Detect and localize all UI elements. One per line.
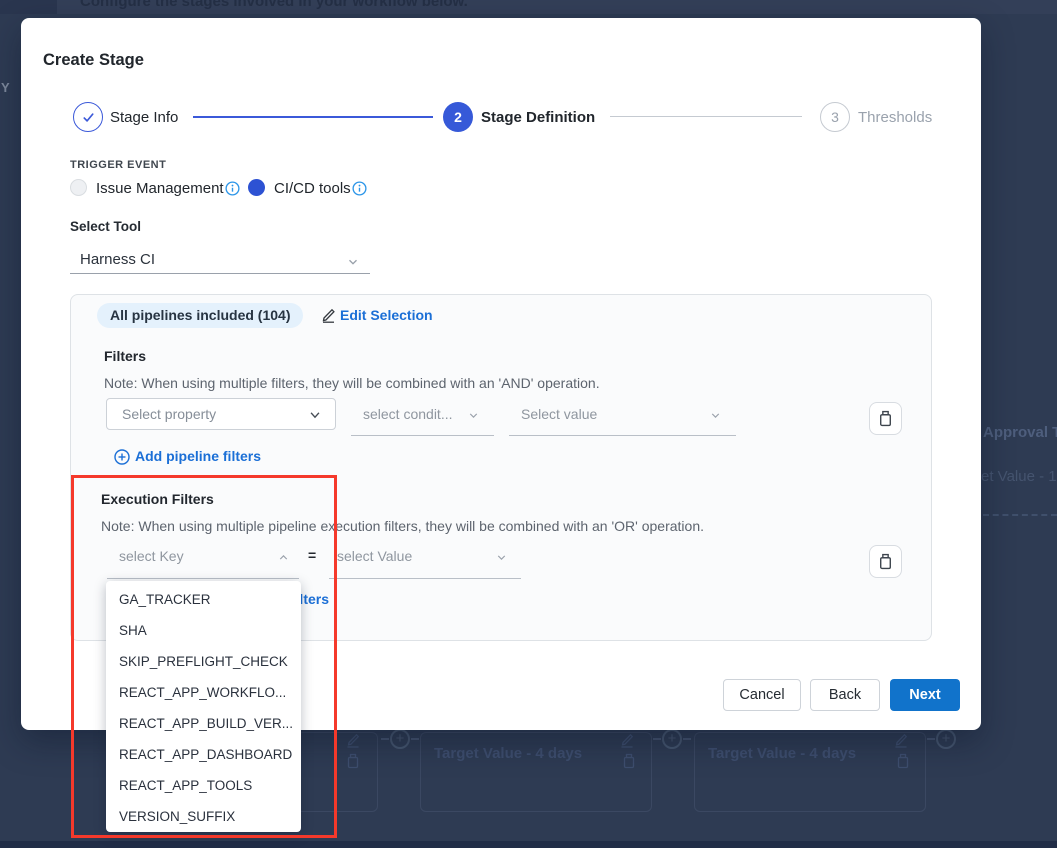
edit-icon bbox=[620, 732, 634, 748]
background-approval-time-header: Approval Tim bbox=[983, 424, 1057, 441]
select-property-dropdown[interactable]: Select property bbox=[106, 398, 336, 430]
select-key-options-menu: GA_TRACKER SHA SKIP_PREFLIGHT_CHECK REAC… bbox=[106, 581, 301, 832]
underline bbox=[509, 435, 736, 436]
connector-dash bbox=[381, 738, 389, 740]
select-tool-label: Select Tool bbox=[70, 219, 141, 234]
info-icon[interactable] bbox=[352, 181, 367, 196]
menu-option[interactable]: REACT_APP_DASHBOARD bbox=[106, 739, 301, 770]
modal-title: Create Stage bbox=[43, 51, 144, 70]
chevron-up-icon bbox=[277, 551, 290, 564]
step-stage-info-circle[interactable] bbox=[73, 102, 103, 132]
stepper-connector bbox=[193, 116, 433, 118]
menu-option[interactable]: SKIP_PREFLIGHT_CHECK bbox=[106, 646, 301, 677]
background-bottom-strip bbox=[0, 841, 1057, 848]
menu-option[interactable]: REACT_APP_BUILD_VER... bbox=[106, 708, 301, 739]
plus-circle-icon bbox=[114, 449, 130, 465]
execution-filters-title: Execution Filters bbox=[101, 491, 214, 507]
info-icon[interactable] bbox=[225, 181, 240, 196]
background-stage-card bbox=[694, 732, 926, 812]
select-tool-value[interactable]: Harness CI bbox=[80, 251, 155, 268]
trigger-event-label: TRIGGER EVENT bbox=[70, 159, 166, 171]
connector-dash bbox=[411, 738, 419, 740]
radio-issue-management-label: Issue Management bbox=[96, 180, 224, 197]
pipelines-included-badge: All pipelines included (104) bbox=[97, 303, 303, 328]
check-icon bbox=[81, 110, 96, 125]
delete-filter-button[interactable] bbox=[869, 402, 902, 435]
edit-icon bbox=[894, 732, 908, 748]
radio-cicd-tools[interactable] bbox=[248, 179, 265, 196]
trash-icon bbox=[346, 753, 360, 769]
background-stage-card bbox=[296, 732, 378, 812]
step-stage-definition-label: Stage Definition bbox=[481, 109, 595, 126]
edit-icon bbox=[321, 307, 336, 323]
edit-selection-link[interactable]: Edit Selection bbox=[340, 307, 433, 323]
chevron-down-icon bbox=[308, 408, 322, 422]
step-stage-info-label: Stage Info bbox=[110, 109, 178, 126]
step-thresholds-label: Thresholds bbox=[858, 109, 932, 126]
delete-execution-filter-button[interactable] bbox=[869, 545, 902, 578]
underline bbox=[329, 578, 521, 579]
execution-filters-note: Note: When using multiple pipeline execu… bbox=[101, 518, 704, 534]
add-stage-icon: + bbox=[936, 729, 956, 749]
filters-title: Filters bbox=[104, 348, 146, 364]
chevron-down-icon bbox=[495, 551, 508, 564]
background-card-label: Target Value - 4 days bbox=[708, 745, 856, 762]
select-tool-underline bbox=[70, 273, 370, 274]
cancel-button[interactable]: Cancel bbox=[723, 679, 801, 711]
step-thresholds-circle[interactable]: 3 bbox=[820, 102, 850, 132]
back-button[interactable]: Back bbox=[810, 679, 880, 711]
add-pipeline-filters-link[interactable]: Add pipeline filters bbox=[135, 448, 261, 464]
background-banner-left-segment bbox=[0, 0, 57, 14]
radio-issue-management[interactable] bbox=[70, 179, 87, 196]
select-property-placeholder: Select property bbox=[122, 406, 216, 422]
trash-icon bbox=[878, 553, 893, 570]
edit-icon bbox=[346, 732, 360, 748]
select-condition-dropdown[interactable]: select condit... bbox=[363, 406, 453, 422]
background-card-label: Target Value - 4 days bbox=[434, 745, 582, 762]
select-key-dropdown[interactable]: select Key bbox=[119, 548, 184, 564]
background-dashed-divider bbox=[983, 514, 1057, 516]
equals-sign: = bbox=[308, 547, 316, 563]
step-stage-definition-circle[interactable]: 2 bbox=[443, 102, 473, 132]
connector-dash bbox=[927, 738, 935, 740]
background-target-value-fragment: et Value - 1 bbox=[981, 468, 1057, 485]
select-value-dropdown[interactable]: select Value bbox=[337, 548, 412, 564]
connector-dash bbox=[653, 738, 661, 740]
chevron-down-icon bbox=[709, 409, 722, 422]
menu-option[interactable]: VERSION_SUFFIX bbox=[106, 801, 301, 832]
menu-option[interactable]: REACT_APP_TOOLS bbox=[106, 770, 301, 801]
background-banner-text: Configure the stages involved in your wo… bbox=[80, 0, 468, 10]
trash-icon bbox=[878, 410, 893, 427]
menu-option[interactable]: SHA bbox=[106, 615, 301, 646]
chevron-down-icon[interactable] bbox=[346, 255, 360, 269]
menu-option[interactable]: REACT_APP_WORKFLO... bbox=[106, 677, 301, 708]
menu-option[interactable]: GA_TRACKER bbox=[106, 584, 301, 615]
screen: Configure the stages involved in your wo… bbox=[0, 0, 1057, 848]
chevron-down-icon bbox=[467, 409, 480, 422]
background-sidebar-text-fragment: Y bbox=[1, 80, 10, 95]
add-stage-icon: + bbox=[662, 729, 682, 749]
add-stage-icon: + bbox=[390, 729, 410, 749]
radio-cicd-tools-label: CI/CD tools bbox=[274, 180, 351, 197]
filters-note: Note: When using multiple filters, they … bbox=[104, 375, 600, 391]
underline bbox=[351, 435, 494, 436]
trash-icon bbox=[896, 753, 910, 769]
background-stage-card bbox=[420, 732, 652, 812]
stepper-connector bbox=[610, 116, 802, 117]
select-value-dropdown[interactable]: Select value bbox=[521, 406, 597, 422]
next-button[interactable]: Next bbox=[890, 679, 960, 711]
underline bbox=[107, 578, 299, 579]
trash-icon bbox=[622, 753, 636, 769]
connector-dash bbox=[683, 738, 691, 740]
background-top-banner: Configure the stages involved in your wo… bbox=[0, 0, 1057, 14]
